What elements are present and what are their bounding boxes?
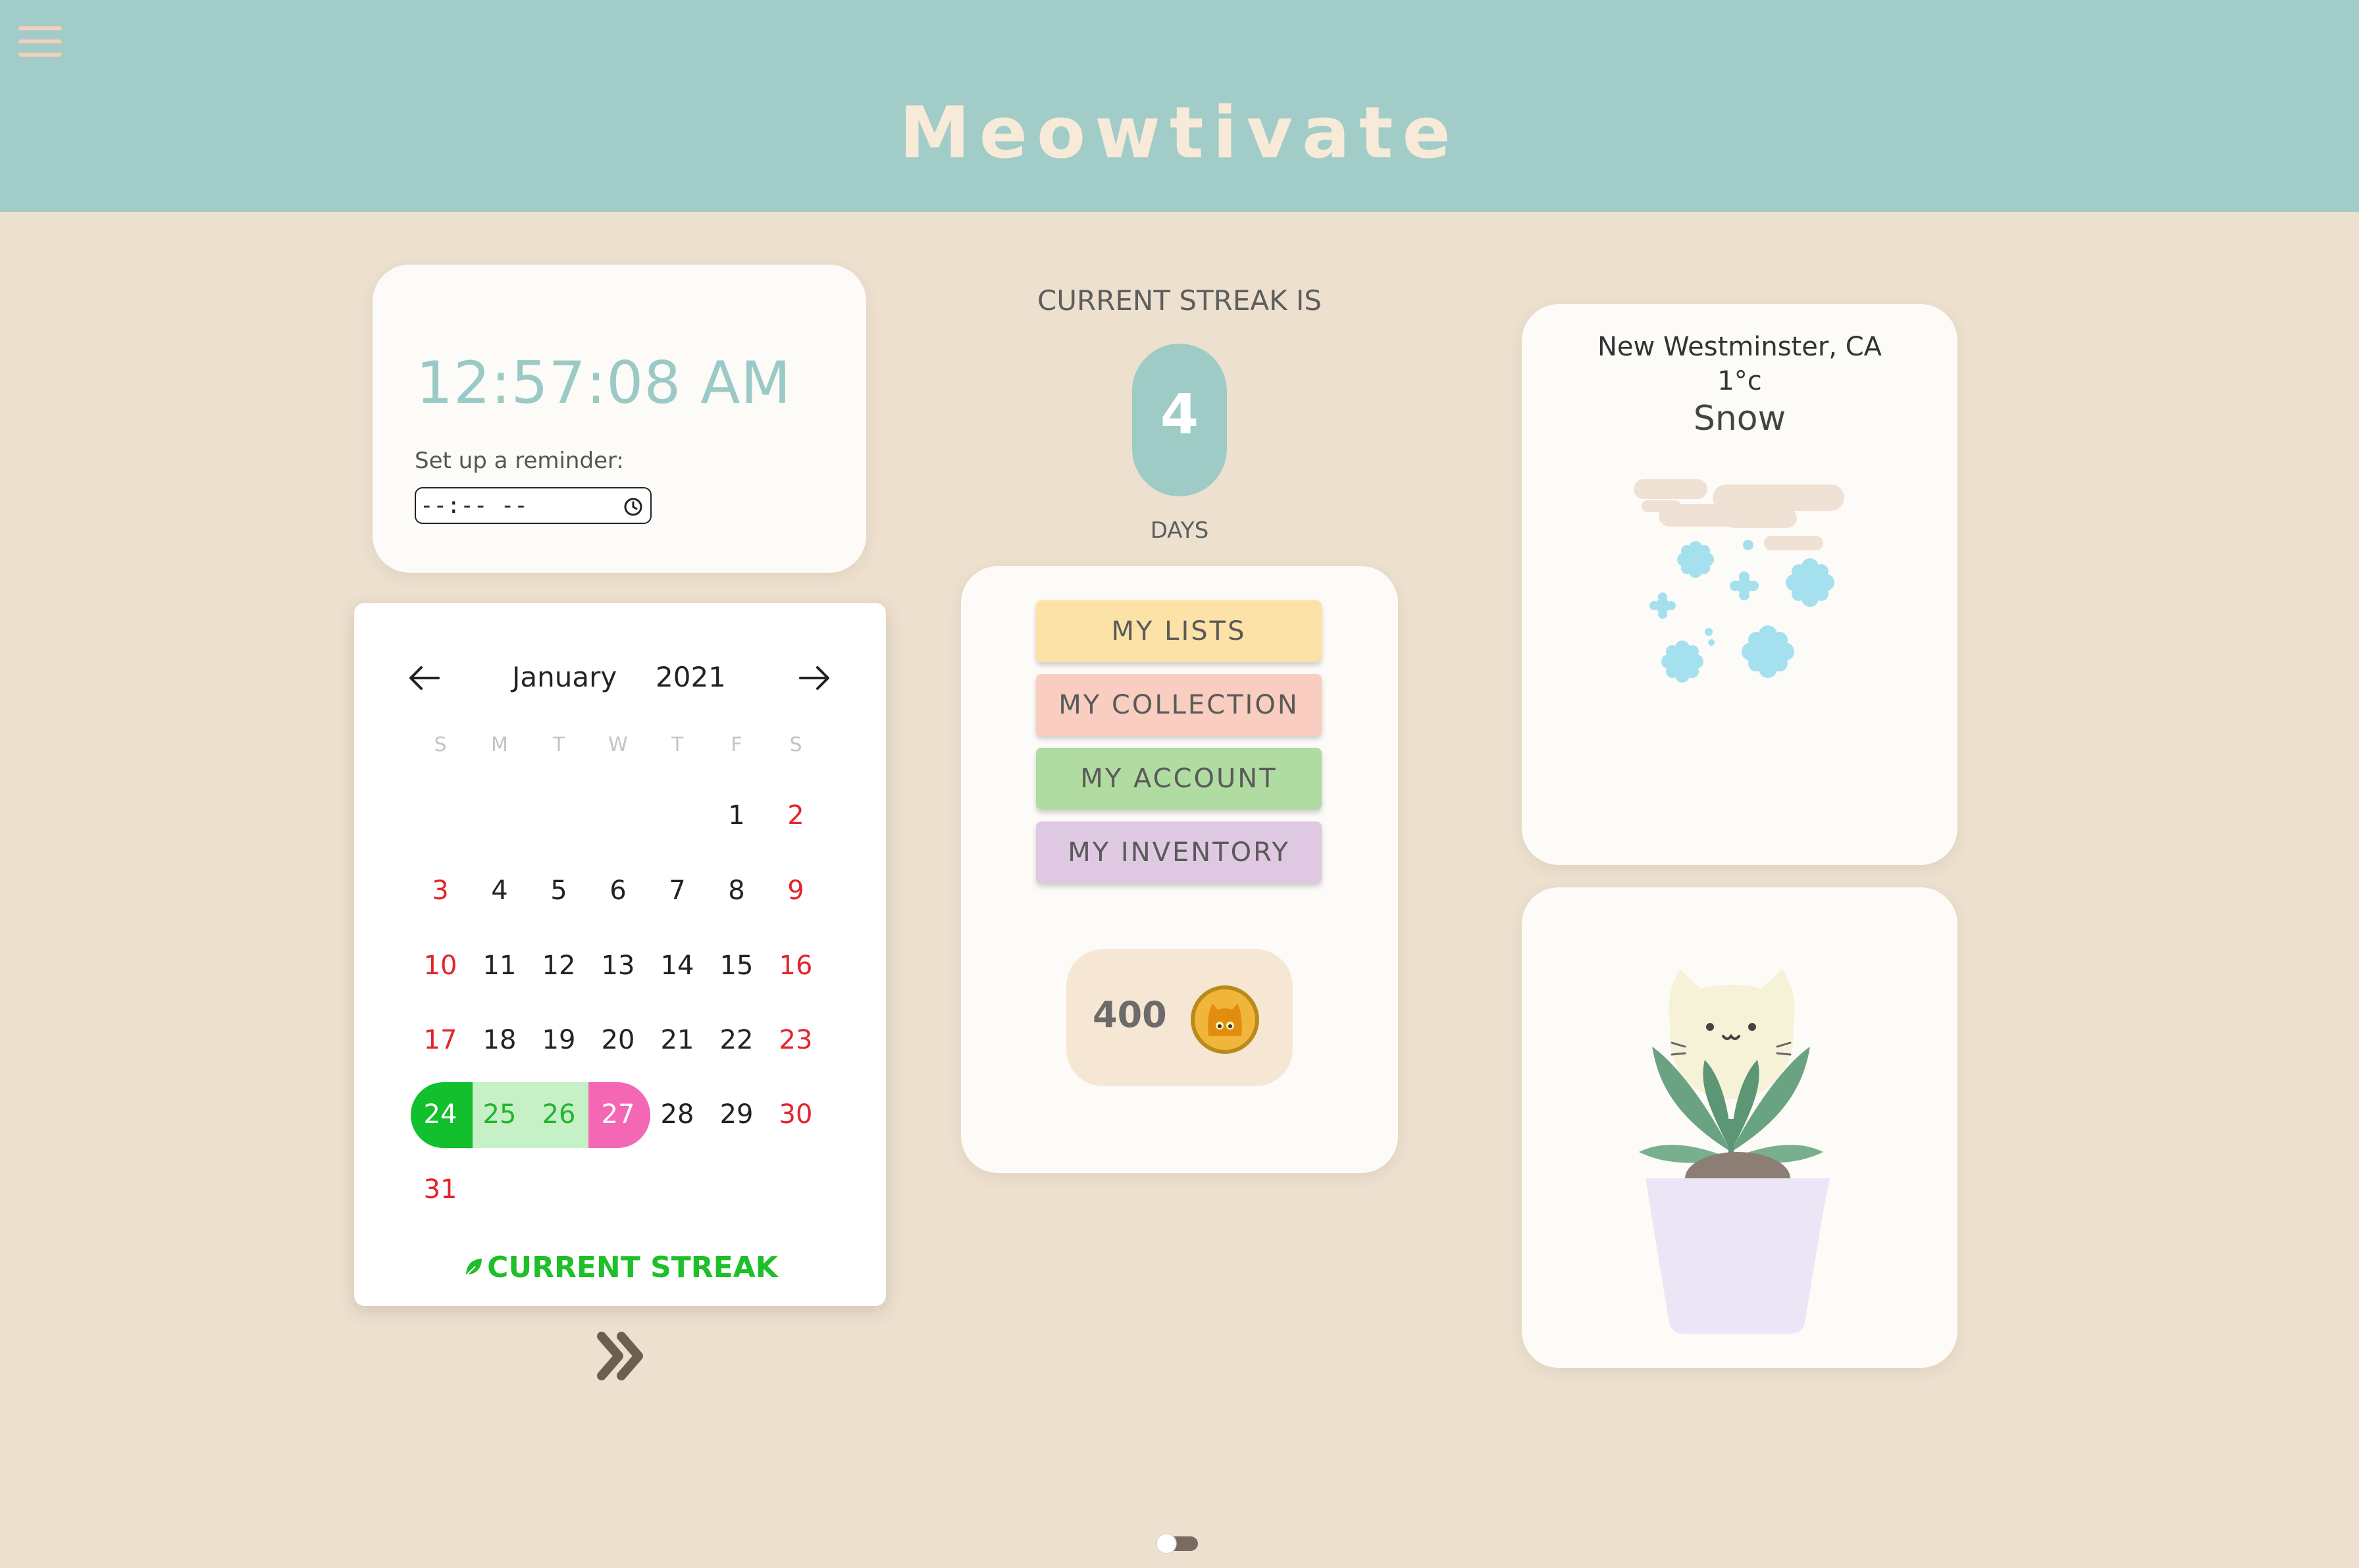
calendar-day-streak[interactable]: 26 — [529, 1099, 588, 1130]
weather-temperature: 1°c — [1717, 366, 1762, 396]
calendar-day[interactable]: 11 — [470, 951, 529, 981]
current-time: 12:57:08 AM — [416, 349, 792, 417]
calendar-day-today[interactable]: 27 — [588, 1099, 648, 1130]
cat-coin-icon — [1191, 985, 1259, 1054]
weekday-tue: T — [552, 733, 565, 756]
calendar-day[interactable]: 4 — [470, 875, 529, 906]
calendar-day[interactable]: 2 — [766, 800, 825, 831]
reminder-time-value: --:-- -- — [420, 492, 528, 519]
calendar-day[interactable]: 20 — [588, 1025, 648, 1055]
leaf-icon — [465, 1259, 482, 1276]
streak-label: CURRENT STREAK IS — [1037, 284, 1322, 317]
calendar-day[interactable]: 12 — [529, 951, 588, 981]
calendar-day[interactable]: 16 — [766, 951, 825, 981]
double-chevron-right-icon[interactable] — [596, 1330, 649, 1382]
streak-unit: DAYS — [1150, 517, 1209, 544]
app-title: Meowtivate — [899, 92, 1460, 174]
calendar-day[interactable]: 18 — [470, 1025, 529, 1055]
cat-flower-pot-icon — [1639, 969, 1830, 1334]
calendar-day[interactable]: 28 — [648, 1099, 707, 1130]
reminder-time-input[interactable]: --:-- -- — [415, 487, 652, 524]
my-account-button[interactable]: MY ACCOUNT — [1036, 748, 1322, 810]
calendar-day[interactable]: 3 — [411, 875, 470, 906]
coin-amount: 400 — [1093, 994, 1167, 1035]
calendar-day[interactable]: 30 — [766, 1099, 825, 1130]
calendar-day[interactable]: 7 — [648, 875, 707, 906]
calendar-day[interactable]: 23 — [766, 1025, 825, 1055]
weekday-sun: S — [434, 733, 447, 756]
my-lists-button[interactable]: MY LISTS — [1036, 600, 1322, 662]
reminder-label: Set up a reminder: — [415, 448, 624, 474]
calendar-day[interactable]: 13 — [588, 951, 648, 981]
snow-cloud-icon — [1634, 479, 1844, 683]
calendar-day[interactable]: 29 — [707, 1099, 766, 1130]
weekday-sat: S — [789, 733, 802, 756]
weekday-thu: T — [671, 733, 684, 756]
prev-month-arrow-icon[interactable] — [404, 662, 444, 694]
calendar-day-streak-start[interactable]: 24 — [411, 1099, 470, 1130]
calendar-day[interactable]: 5 — [529, 875, 588, 906]
clock-icon[interactable] — [623, 496, 644, 517]
hamburger-menu-icon[interactable] — [18, 26, 66, 58]
calendar-day[interactable]: 6 — [588, 875, 648, 906]
theme-toggle-switch[interactable] — [1153, 1532, 1201, 1555]
calendar-day[interactable]: 31 — [411, 1174, 470, 1205]
calendar-day[interactable]: 22 — [707, 1025, 766, 1055]
weekday-wed: W — [608, 733, 628, 756]
streak-count: 4 — [1160, 382, 1199, 446]
current-streak-legend-label: CURRENT STREAK — [487, 1251, 778, 1284]
weather-condition: Snow — [1693, 399, 1786, 438]
calendar-month: January — [512, 661, 617, 693]
calendar-year: 2021 — [656, 661, 726, 693]
calendar-day[interactable]: 8 — [707, 875, 766, 906]
next-month-arrow-icon[interactable] — [795, 662, 835, 694]
calendar-day[interactable]: 15 — [707, 951, 766, 981]
weekday-mon: M — [491, 733, 508, 756]
calendar-day[interactable]: 17 — [411, 1025, 470, 1055]
weekday-fri: F — [731, 733, 742, 756]
my-collection-button[interactable]: MY COLLECTION — [1036, 674, 1322, 736]
my-inventory-button[interactable]: MY INVENTORY — [1036, 822, 1322, 883]
calendar-day[interactable]: 1 — [707, 800, 766, 831]
clock-card — [373, 265, 866, 573]
calendar-day[interactable]: 14 — [648, 951, 707, 981]
calendar-day[interactable]: 10 — [411, 951, 470, 981]
calendar-day[interactable]: 19 — [529, 1025, 588, 1055]
calendar-day-streak[interactable]: 25 — [470, 1099, 529, 1130]
current-streak-legend: CURRENT STREAK — [354, 1251, 886, 1284]
weather-location: New Westminster, CA — [1597, 332, 1882, 362]
calendar-day[interactable]: 9 — [766, 875, 825, 906]
calendar-day[interactable]: 21 — [648, 1025, 707, 1055]
